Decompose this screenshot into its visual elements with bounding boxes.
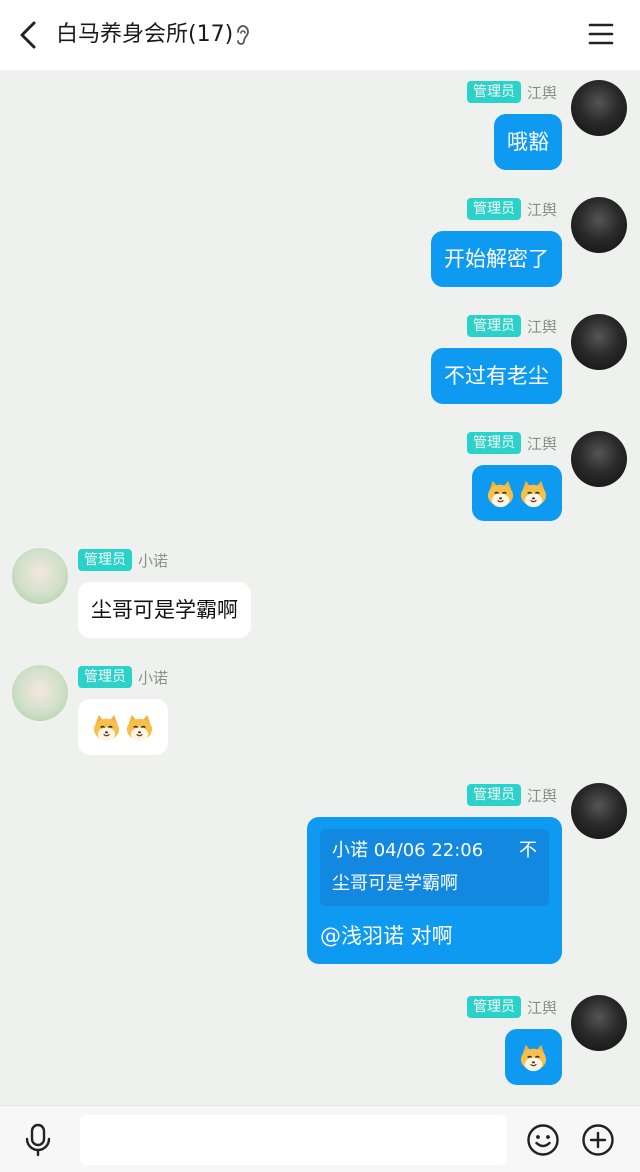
avatar[interactable] [571, 197, 627, 253]
avatar[interactable] [571, 314, 627, 370]
avatar[interactable] [12, 665, 68, 721]
admin-badge: 管理员 [466, 315, 521, 337]
admin-badge: 管理员 [466, 81, 521, 103]
avatar[interactable] [571, 80, 627, 136]
menu-icon[interactable] [588, 22, 614, 46]
sender-name: 小诺 [138, 551, 169, 570]
admin-badge: 管理员 [466, 996, 521, 1018]
avatar[interactable] [571, 995, 627, 1051]
sender-name: 江舆 [526, 317, 557, 336]
reply-text: @浅羽诺 对啊 [320, 924, 453, 948]
admin-badge: 管理员 [466, 432, 521, 454]
emoji-bubble[interactable] [505, 1029, 562, 1085]
cat-face-emoji [93, 714, 120, 741]
chat-header: 白马养身会所(17) [0, 0, 640, 70]
sender-meta: 管理员 江舆 [466, 431, 557, 455]
sender-meta: 管理员 江舆 [466, 80, 557, 104]
message-input[interactable] [80, 1115, 507, 1165]
cat-face-emoji [520, 1044, 547, 1071]
emoji-bubble[interactable] [78, 699, 168, 755]
emoji-bubble[interactable] [472, 465, 562, 521]
sender-name: 江舆 [526, 998, 557, 1017]
message-list[interactable]: 管理员 江舆 哦豁 管理员 江舆 开始解密了 管理员 江舆 不过有老尘 管理员 … [0, 70, 640, 1105]
sender-name: 江舆 [526, 434, 557, 453]
quote-author-time: 小诺 04/06 22:06 [332, 840, 484, 861]
sender-meta: 管理员 江舆 [466, 197, 557, 221]
message-bubble[interactable]: 不过有老尘 [431, 348, 562, 404]
admin-badge: 管理员 [78, 549, 132, 571]
plus-icon[interactable] [581, 1123, 615, 1157]
message-bubble[interactable]: 哦豁 [494, 114, 562, 170]
admin-badge: 管理员 [78, 666, 132, 688]
chat-title: 白马养身会所(17) [56, 22, 234, 47]
quoted-message[interactable]: 小诺 04/06 22:06 不 尘哥可是学霸啊 [320, 829, 549, 906]
sender-meta: 管理员 小诺 [78, 665, 168, 689]
emoji-icon[interactable] [526, 1123, 560, 1157]
cat-face-emoji [520, 480, 547, 507]
cat-face-emoji [487, 480, 514, 507]
avatar[interactable] [12, 548, 68, 604]
message-bubble[interactable]: 开始解密了 [431, 231, 562, 287]
avatar[interactable] [571, 431, 627, 487]
quote-text: 尘哥可是学霸啊 [332, 873, 458, 894]
sender-name: 江舆 [526, 786, 557, 805]
ear-icon[interactable] [234, 22, 252, 48]
reply-bubble[interactable]: 小诺 04/06 22:06 不 尘哥可是学霸啊 @浅羽诺 对啊 [307, 817, 562, 964]
back-arrow-icon[interactable] [14, 18, 44, 52]
sender-meta: 管理员 江舆 [466, 783, 557, 807]
quote-flag: 不 [519, 840, 537, 861]
microphone-icon[interactable] [24, 1123, 52, 1157]
admin-badge: 管理员 [466, 784, 521, 806]
sender-meta: 管理员 江舆 [466, 314, 557, 338]
sender-name: 江舆 [526, 200, 557, 219]
message-bubble[interactable]: 尘哥可是学霸啊 [78, 582, 251, 638]
avatar[interactable] [571, 783, 627, 839]
sender-name: 小诺 [138, 668, 169, 687]
admin-badge: 管理员 [466, 198, 521, 220]
sender-name: 江舆 [526, 83, 557, 102]
cat-face-emoji [126, 714, 153, 741]
sender-meta: 管理员 小诺 [78, 548, 168, 572]
input-bar [0, 1105, 640, 1172]
sender-meta: 管理员 江舆 [466, 995, 557, 1019]
